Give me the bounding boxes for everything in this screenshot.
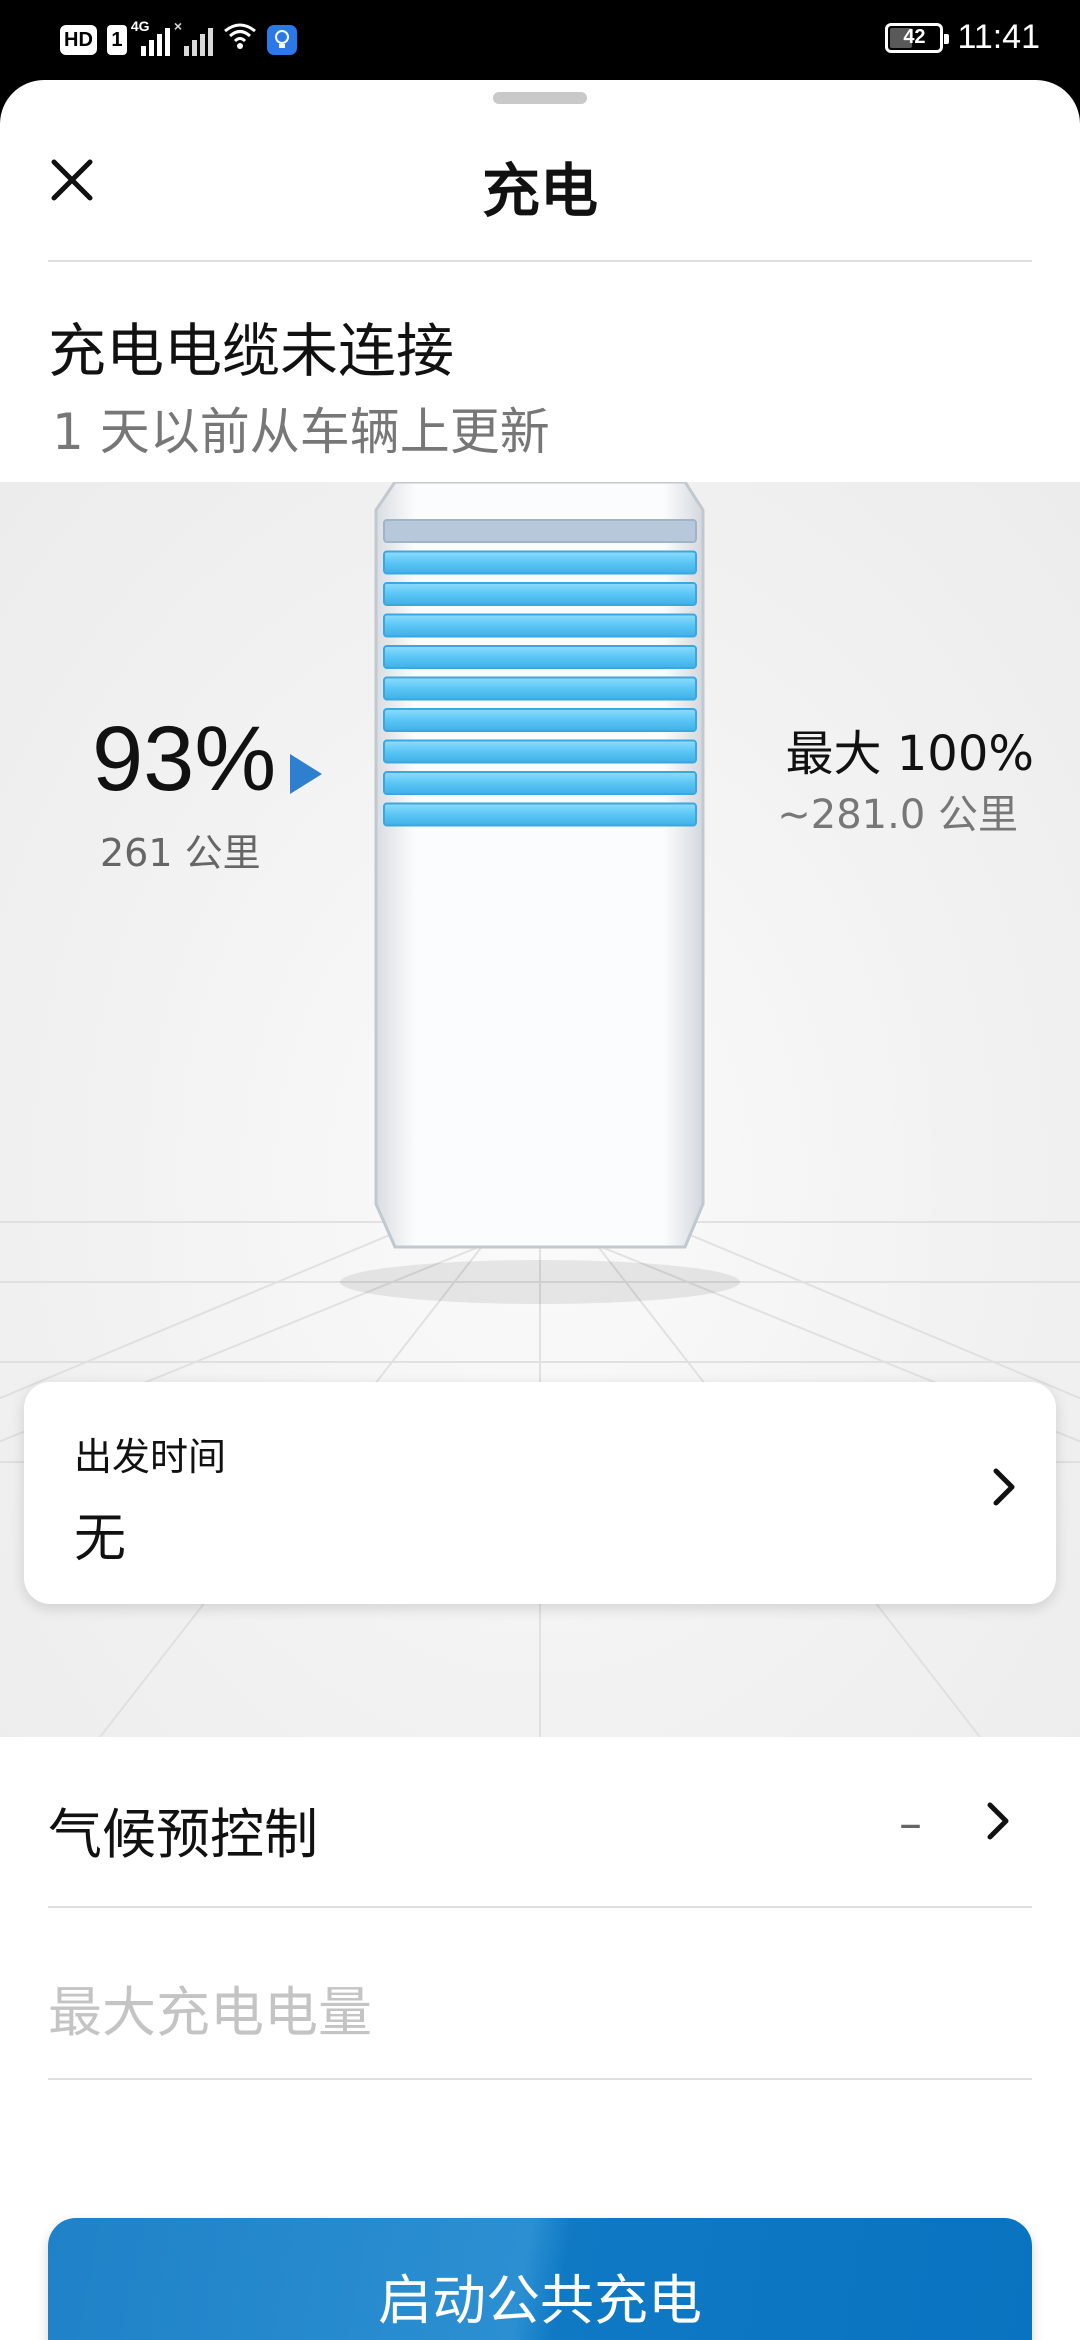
climate-control-value: – xyxy=(899,1796,922,1850)
battery-bar-filled xyxy=(383,582,697,606)
max-charge-label: 最大 100% xyxy=(785,726,1035,782)
divider xyxy=(48,2078,1032,2080)
signal-icon: 4G xyxy=(131,18,170,56)
battery-bar-filled xyxy=(383,708,697,732)
battery-bar-empty xyxy=(383,519,697,543)
climate-control-row[interactable]: 气候预控制 – xyxy=(48,1736,1032,1906)
climate-control-label: 气候预控制 xyxy=(48,1803,318,1866)
battery-bar-filled xyxy=(383,771,697,795)
departure-time-value: 无 xyxy=(74,1509,127,1569)
update-time-text: 1 天以前从车辆上更新 xyxy=(52,403,550,461)
battery-bar-filled xyxy=(383,645,697,669)
status-right: 42 11:41 xyxy=(885,18,1040,57)
max-charge-setting-label: 最大充电电量 xyxy=(48,1981,372,2044)
chevron-right-icon xyxy=(990,1462,1018,1516)
header-divider xyxy=(48,260,1032,262)
bulb-icon xyxy=(266,25,297,55)
charging-sheet: 充电 充电电缆未连接 1 天以前从车辆上更新 93% 261 公里 最大 100… xyxy=(0,80,1080,2340)
status-bar: HD 1 4G × 42 11:41 xyxy=(0,0,1080,80)
battery-bar-filled xyxy=(383,802,697,827)
battery-icon: 42 xyxy=(885,22,950,53)
charge-level-arrow-icon xyxy=(290,754,322,794)
status-left: HD 1 4G × xyxy=(60,18,297,58)
chevron-right-icon xyxy=(984,1796,1012,1850)
sim-icon: 1 xyxy=(106,25,127,55)
cable-status-title: 充电电缆未连接 xyxy=(48,317,455,385)
charge-percent: 93% xyxy=(92,708,277,810)
departure-time-card[interactable]: 出发时间 无 xyxy=(24,1382,1056,1604)
battery-bar-filled xyxy=(383,613,697,638)
current-range: 261 公里 xyxy=(100,831,261,875)
sheet-grabber[interactable] xyxy=(493,92,587,104)
departure-time-label: 出发时间 xyxy=(74,1435,227,1479)
wifi-icon xyxy=(223,22,257,58)
start-public-charging-button[interactable]: 启动公共充电 xyxy=(48,2218,1032,2340)
max-range: ~281.0 公里 xyxy=(777,792,1018,838)
network-type-label: 4G xyxy=(130,18,150,34)
hd-icon: HD xyxy=(60,25,97,55)
battery-bar-filled xyxy=(383,739,697,764)
no-service-mark: × xyxy=(173,18,183,34)
signal-icon-2: × xyxy=(174,18,213,56)
page-title: 充电 xyxy=(481,157,598,225)
battery-bar-filled xyxy=(383,676,697,701)
clock: 11:41 xyxy=(957,18,1040,56)
divider xyxy=(48,1906,1032,1908)
battery-bar-filled xyxy=(383,550,697,575)
battery-level: 42 xyxy=(903,26,926,48)
